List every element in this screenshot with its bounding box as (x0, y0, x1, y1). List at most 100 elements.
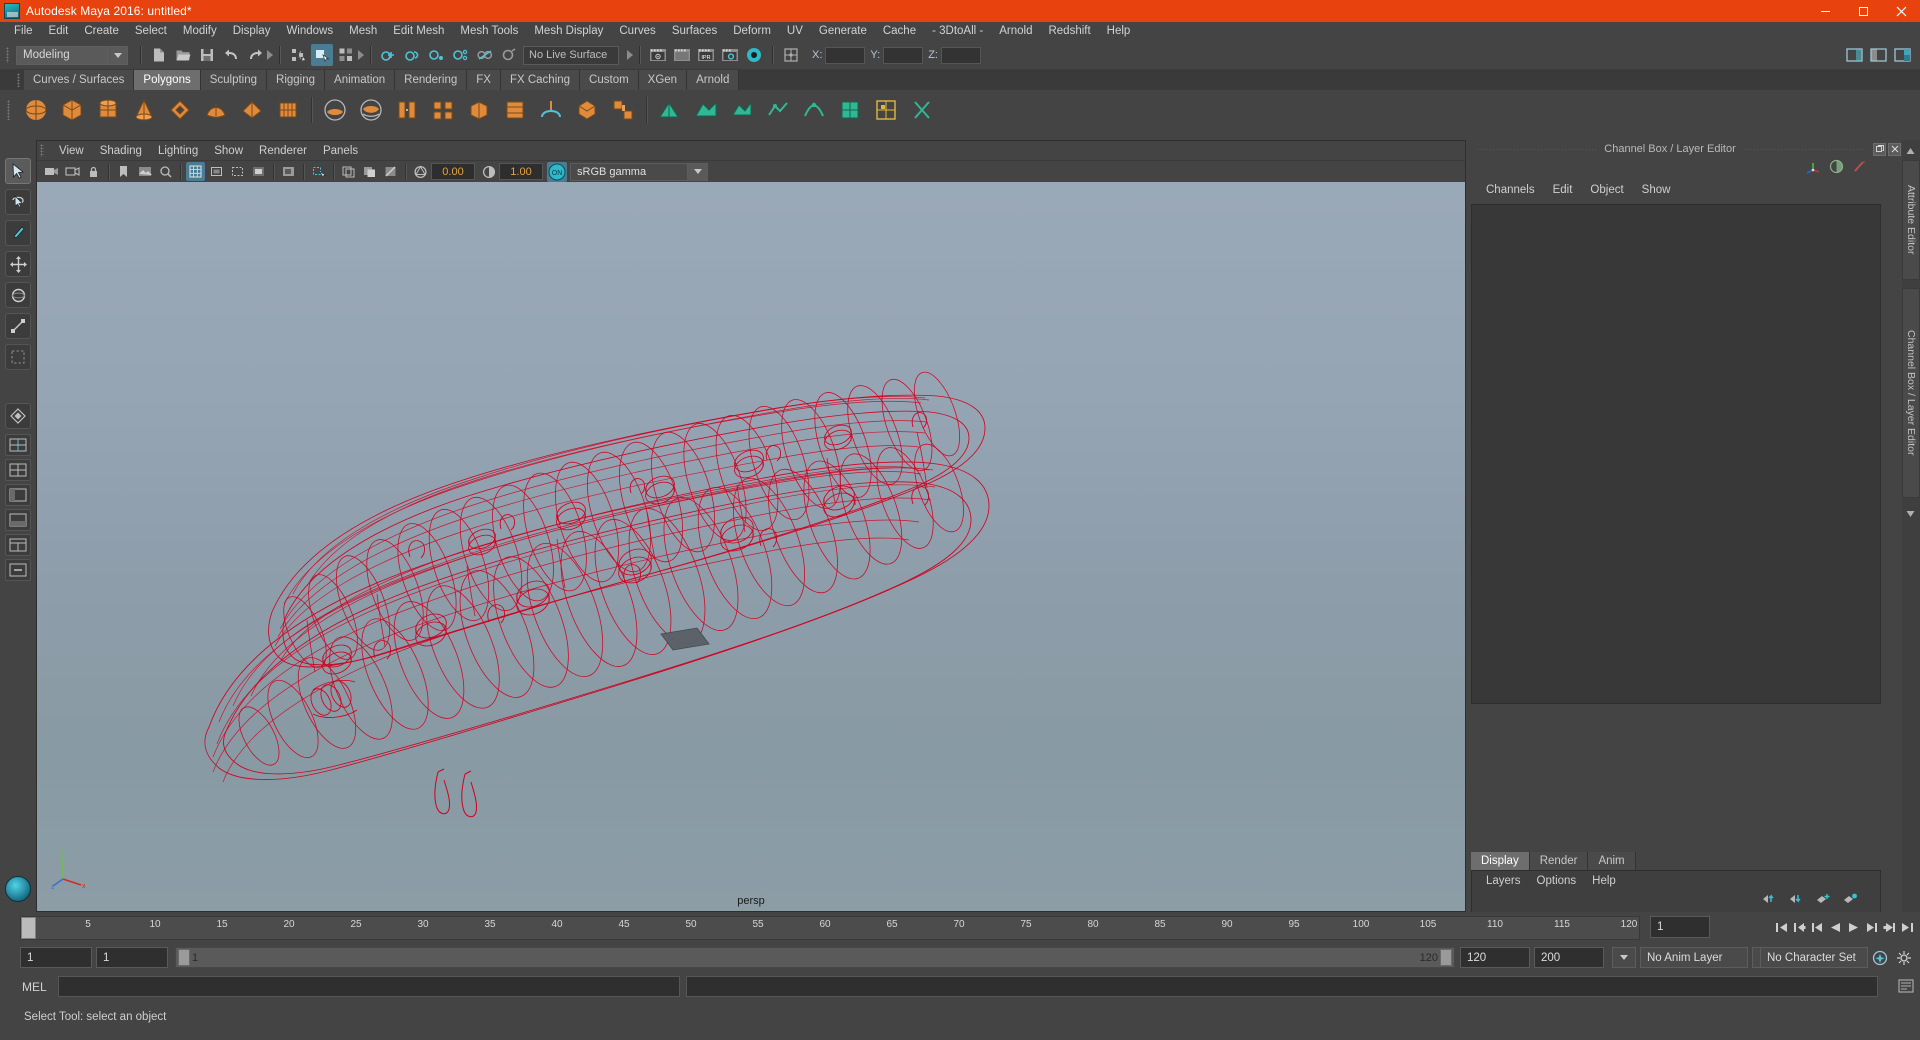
attribute-editor-icon[interactable] (1829, 159, 1844, 179)
step-forward-frame-icon[interactable] (1863, 917, 1880, 937)
layout-four-view-icon[interactable] (5, 459, 31, 481)
sidebar-tool-icon[interactable] (1867, 44, 1889, 66)
current-frame-field[interactable]: 1 (1650, 916, 1710, 938)
command-input[interactable] (58, 976, 680, 997)
minimize-button[interactable] (1806, 0, 1844, 22)
mirror-geometry-icon[interactable] (654, 94, 686, 126)
channelbox-menu-edit[interactable]: Edit (1544, 183, 1582, 197)
range-end-handle[interactable] (1440, 949, 1452, 966)
poly-cube-icon[interactable] (56, 94, 88, 126)
sidebar-channel-icon[interactable] (1891, 44, 1913, 66)
resolution-gate-icon[interactable] (228, 162, 247, 181)
menu-create[interactable]: Create (76, 23, 127, 40)
layer-tab-display[interactable]: Display (1471, 852, 1530, 870)
menu-set-dropdown-arrow[interactable] (108, 45, 128, 65)
shelf-tab-sculpting[interactable]: Sculpting (200, 70, 268, 90)
poly-platonic-icon[interactable] (272, 94, 304, 126)
go-to-end-icon[interactable] (1899, 917, 1916, 937)
viewport-grip[interactable] (40, 144, 44, 157)
move-tool[interactable] (5, 251, 31, 277)
play-forwards-icon[interactable] (1845, 917, 1862, 937)
viewport-menu-lighting[interactable]: Lighting (150, 144, 206, 158)
side-tab-attribute-editor[interactable]: Attribute Editor (1902, 160, 1920, 280)
step-back-key-icon[interactable] (1791, 917, 1808, 937)
layout-persp-outliner-icon[interactable] (5, 484, 31, 506)
menu-windows[interactable]: Windows (278, 23, 341, 40)
layers-menu-layers[interactable]: Layers (1478, 874, 1529, 888)
float-panel-icon[interactable] (1873, 142, 1886, 156)
xray-icon[interactable] (309, 162, 328, 181)
menu-redshift[interactable]: Redshift (1040, 23, 1098, 40)
open-scene-icon[interactable] (172, 44, 194, 66)
select-tool[interactable] (5, 158, 31, 184)
exposure-value[interactable]: 0.00 (431, 163, 475, 180)
snap-to-projected-center-icon[interactable] (450, 44, 472, 66)
move-layer-down-icon[interactable] (1789, 892, 1804, 910)
save-scene-icon[interactable] (196, 44, 218, 66)
anim-start-field[interactable]: 1 (20, 947, 92, 968)
viewport-menu-view[interactable]: View (51, 144, 92, 158)
statusline-expand-2[interactable] (358, 50, 364, 60)
shelf-tab-custom[interactable]: Custom (580, 70, 639, 90)
play-backwards-icon[interactable] (1827, 917, 1844, 937)
menu-cache[interactable]: Cache (875, 23, 924, 40)
render-settings-icon[interactable] (719, 44, 741, 66)
cut-faces-icon[interactable] (906, 94, 938, 126)
scale-tool[interactable] (5, 313, 31, 339)
shelf-tab-animation[interactable]: Animation (325, 70, 396, 90)
poly-torus-icon[interactable] (164, 94, 196, 126)
menu-edit-mesh[interactable]: Edit Mesh (385, 23, 452, 40)
character-set-select[interactable]: No Character Set (1760, 947, 1868, 968)
banana-boat-wireframe-model[interactable] (37, 182, 1465, 911)
statusline-expand-1[interactable] (267, 50, 273, 60)
snap-grid-icon[interactable] (5, 403, 31, 429)
time-slider[interactable]: 5 10 15 20 25 30 35 40 45 50 55 60 65 70… (20, 916, 1640, 940)
shelf-tab-polygons[interactable]: Polygons (134, 70, 201, 90)
poly-cylinder-icon[interactable] (92, 94, 124, 126)
menu-edit[interactable]: Edit (41, 23, 77, 40)
smooth-icon[interactable] (607, 94, 639, 126)
textured-icon[interactable] (381, 162, 400, 181)
wireframe-icon[interactable] (339, 162, 358, 181)
move-layer-up-icon[interactable] (1762, 892, 1777, 910)
channelbox-menu-object[interactable]: Object (1581, 183, 1632, 197)
pivot-display-icon[interactable] (780, 44, 802, 66)
maya-orb-icon[interactable] (5, 876, 31, 902)
statusline-grip[interactable] (4, 46, 12, 64)
coord-x-input[interactable] (825, 46, 866, 64)
coord-y-input[interactable] (883, 46, 924, 64)
sidebar-scroll-down-icon[interactable] (1905, 506, 1917, 518)
range-start-field[interactable]: 1 (96, 947, 168, 968)
live-surface-field[interactable]: No Live Surface (523, 45, 619, 65)
snap-to-grid-icon[interactable] (378, 44, 400, 66)
isolate-select-icon[interactable] (279, 162, 298, 181)
select-hierarchy-icon[interactable] (287, 44, 309, 66)
grid-toggle-icon[interactable] (186, 162, 205, 181)
channel-box-icon[interactable] (1805, 159, 1821, 180)
time-cursor[interactable] (21, 917, 36, 939)
anim-end-field[interactable]: 200 (1534, 947, 1604, 968)
layer-tab-anim[interactable]: Anim (1588, 852, 1636, 870)
channel-box-content[interactable] (1471, 204, 1881, 704)
shelf-tab-fx-caching[interactable]: FX Caching (500, 70, 581, 90)
poly-cone-icon[interactable] (128, 94, 160, 126)
lasso-select-tool[interactable] (5, 189, 31, 215)
gate-mask-icon[interactable] (249, 162, 268, 181)
range-start-handle[interactable] (178, 949, 190, 966)
snap-to-view-plane-icon[interactable] (474, 44, 496, 66)
color-management-toggle-icon[interactable]: ON (547, 161, 567, 182)
coord-z-input[interactable] (940, 46, 981, 64)
viewport-3d[interactable]: y x z persp (37, 182, 1465, 911)
remesh-icon[interactable] (726, 94, 758, 126)
channelbox-menu-show[interactable]: Show (1633, 183, 1680, 197)
two-d-pan-zoom-icon[interactable] (156, 162, 175, 181)
menu-modify[interactable]: Modify (175, 23, 225, 40)
ipr-render-icon[interactable]: IPR (695, 44, 717, 66)
anim-layer-select[interactable]: No Anim Layer (1640, 947, 1748, 968)
bridge-icon[interactable] (535, 94, 567, 126)
shelf-tab-rigging[interactable]: Rigging (267, 70, 326, 90)
close-button[interactable] (1882, 0, 1920, 22)
menu-3dtoall[interactable]: - 3DtoAll - (924, 23, 991, 40)
new-scene-icon[interactable] (148, 44, 170, 66)
snap-to-curve-icon[interactable] (402, 44, 424, 66)
